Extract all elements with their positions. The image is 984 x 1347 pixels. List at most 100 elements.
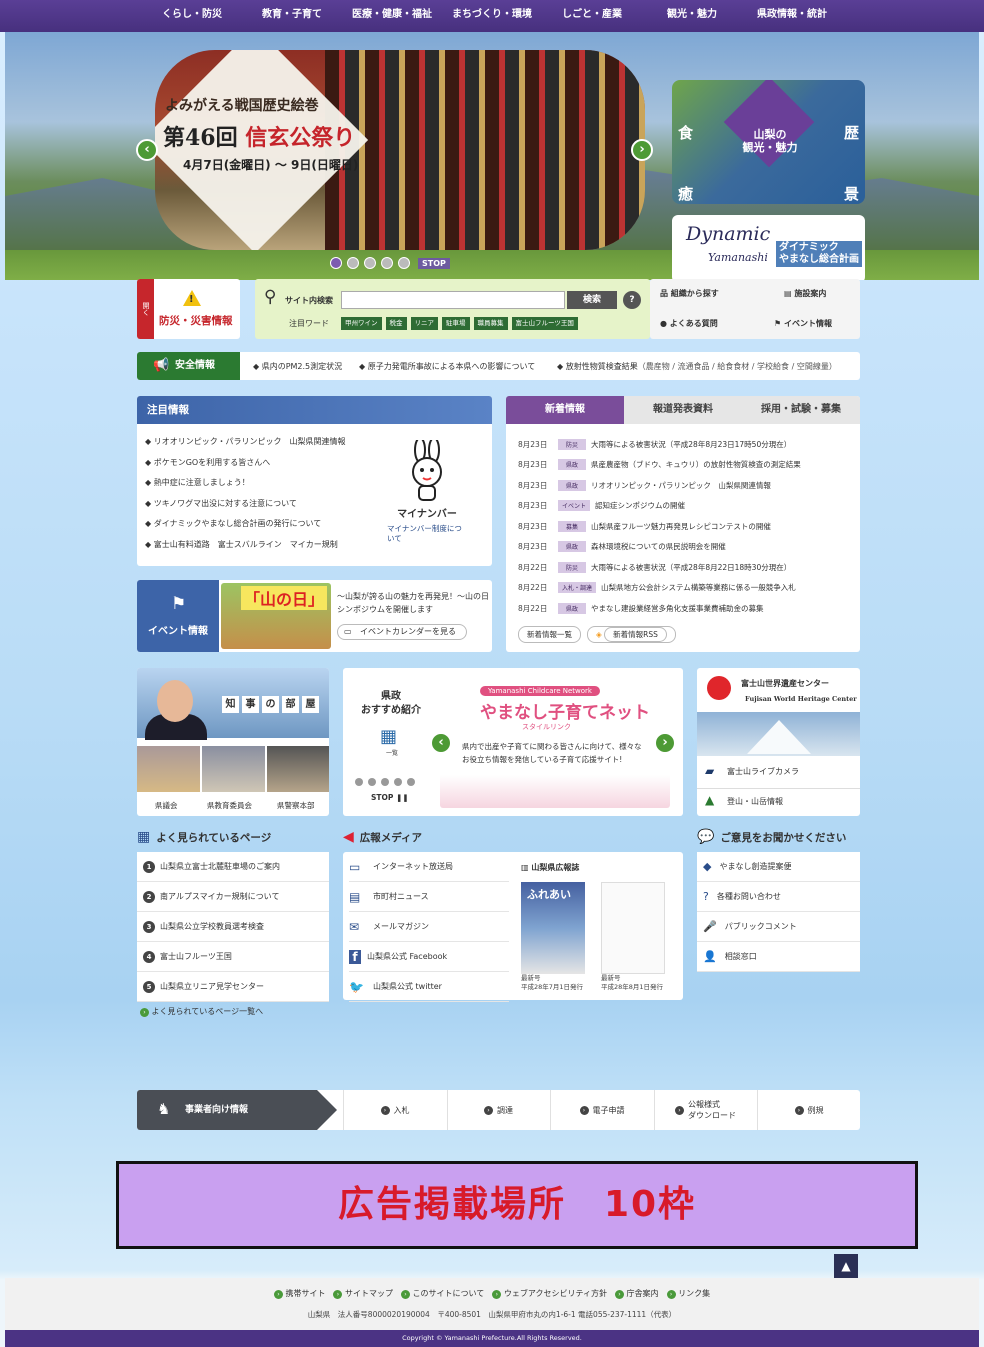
keyword-5[interactable]: 富士山フルーツ王国 bbox=[511, 317, 578, 330]
media-item-1[interactable]: ▤ 市町村ニュース bbox=[349, 882, 509, 912]
faq-link[interactable]: ● よくある質問 bbox=[660, 318, 718, 329]
popular-more-link[interactable]: › よく見られているページ一覧へ bbox=[140, 1006, 263, 1017]
keyword-4[interactable]: 職員募集 bbox=[473, 317, 508, 330]
carousel-next-button[interactable]: › bbox=[631, 139, 653, 161]
footer-link-5[interactable]: › リンク集 bbox=[666, 1288, 710, 1299]
event-banner-image[interactable]: 「山の日」 bbox=[221, 583, 331, 649]
facility-link[interactable]: ▤ 施設案内 bbox=[784, 288, 826, 299]
footer-link-0[interactable]: › 携帯サイト bbox=[273, 1288, 325, 1299]
media-item-3[interactable]: f 山梨県公式 Facebook bbox=[349, 942, 509, 972]
education-board-link[interactable]: 県教育委員会 bbox=[207, 800, 252, 811]
back-to-top-button[interactable]: ▲ bbox=[834, 1254, 858, 1278]
fuji-center-title[interactable]: 富士山世界遺産センター bbox=[741, 678, 829, 689]
grid-icon[interactable]: ▦ bbox=[380, 726, 397, 747]
search-input[interactable] bbox=[341, 291, 565, 309]
tab-1[interactable]: 報道発表資料 bbox=[624, 396, 742, 424]
fuji-climbing-link[interactable]: 登山・山岳情報 bbox=[727, 796, 783, 807]
carousel-dot-4[interactable] bbox=[398, 257, 410, 269]
business-link-3[interactable]: › 公報様式 ダウンロード bbox=[653, 1090, 757, 1130]
magazine-link[interactable]: ▥ 山梨県広報誌 bbox=[521, 862, 579, 873]
opinion-item-1[interactable]: ? 各種お問い合わせ bbox=[697, 882, 860, 912]
news-row[interactable]: 8月22日 入札・調達 山梨県地方公会計システム構築等業務に係る一般競争入札 bbox=[518, 578, 801, 599]
attention-item[interactable]: ◆ 富士山有料道路 富士スバルライン マイカー規制 bbox=[145, 539, 346, 560]
attention-item[interactable]: ◆ 熱中症に注意しましょう！ bbox=[145, 477, 346, 498]
tab-2[interactable]: 採用・試験・募集 bbox=[742, 396, 860, 424]
popular-item-2[interactable]: 2 南アルプスマイカー規制について bbox=[137, 882, 329, 912]
footer-link-3[interactable]: › ウェブアクセシビリティ方針 bbox=[492, 1288, 607, 1299]
magazine-cover-2[interactable] bbox=[601, 882, 665, 974]
magazine-cover-1[interactable]: ふれあい bbox=[521, 882, 585, 974]
business-link-0[interactable]: › 入札 bbox=[343, 1090, 446, 1130]
carousel-prev-button[interactable]: ‹ bbox=[136, 139, 158, 161]
disaster-open-tab[interactable]: 開く bbox=[137, 279, 154, 339]
media-item-2[interactable]: ✉ メールマガジン bbox=[349, 912, 509, 942]
org-search-link[interactable]: 品 組織から探す bbox=[660, 288, 719, 299]
recommend-dot-0[interactable] bbox=[355, 778, 363, 786]
popular-item-1[interactable]: 1 山梨県立富士北麓駐車場のご案内 bbox=[137, 852, 329, 882]
keyword-2[interactable]: リニア bbox=[410, 317, 438, 330]
attention-item[interactable]: ◆ リオオリンピック・パラリンピック 山梨県関連情報 bbox=[145, 436, 346, 457]
keyword-3[interactable]: 駐車場 bbox=[442, 317, 470, 330]
recommend-next-button[interactable]: › bbox=[654, 732, 676, 754]
keyword-1[interactable]: 税金 bbox=[385, 317, 407, 330]
event-description[interactable]: ～山梨が誇る山の魅力を再発見！～山の日シンポジウムを開催します bbox=[337, 590, 489, 616]
footer-link-4[interactable]: › 庁舎案内 bbox=[614, 1288, 659, 1299]
carousel-dot-0[interactable] bbox=[330, 257, 342, 269]
event-calendar-button[interactable]: ▭ イベントカレンダーを見る bbox=[337, 624, 467, 640]
news-list-button[interactable]: 新着情報一覧 bbox=[518, 626, 581, 643]
fuji-image[interactable] bbox=[697, 712, 860, 756]
nav-item-6[interactable]: 県政情報・統計 bbox=[742, 0, 842, 32]
news-row[interactable]: 8月22日 防災 大雨等による被害状況（平成28年8月22日18時30分現在） bbox=[518, 557, 801, 578]
event-info-link[interactable]: ⚑ イベント情報 bbox=[774, 318, 832, 329]
education-photo[interactable] bbox=[202, 746, 265, 792]
footer-link-1[interactable]: › サイトマップ bbox=[333, 1288, 393, 1299]
search-help-icon[interactable]: ? bbox=[623, 291, 641, 309]
attention-item[interactable]: ◆ ツキノワグマ出没に対する注意について bbox=[145, 498, 346, 519]
popular-item-5[interactable]: 5 山梨県立リニア見学センター bbox=[137, 972, 329, 1002]
recommend-list-label[interactable]: 一覧 bbox=[386, 748, 398, 757]
nav-item-1[interactable]: 教育・子育て bbox=[242, 0, 342, 32]
safety-item-nuclear[interactable]: ◆ 原子力発電所事故による本県への影響について bbox=[359, 361, 535, 372]
search-button[interactable]: 検索 bbox=[567, 291, 617, 309]
recommend-stop-button[interactable]: STOP ❚❚ bbox=[371, 793, 409, 802]
recommend-prev-button[interactable]: ‹ bbox=[430, 732, 452, 754]
news-row[interactable]: 8月23日 募集 山梨県産フルーツ魅力再発見レシピコンテストの開催 bbox=[518, 516, 801, 537]
mynumber-banner[interactable]: マイナンバー マイナンバー制度について bbox=[387, 437, 467, 543]
opinion-item-3[interactable]: 👤 相談窓口 bbox=[697, 942, 860, 972]
opinion-item-0[interactable]: ◆ やまなし創造提案便 bbox=[697, 852, 860, 882]
news-row[interactable]: 8月23日 イベント 認知症シンポジウムの開催 bbox=[518, 496, 801, 517]
business-link-2[interactable]: › 電子申請 bbox=[550, 1090, 653, 1130]
tourism-banner[interactable]: 山梨の 観光・魅力 食 歴 癒 景 bbox=[672, 80, 865, 204]
opinion-item-2[interactable]: 🎤 パブリックコメント bbox=[697, 912, 860, 942]
nav-item-4[interactable]: しごと・産業 bbox=[542, 0, 642, 32]
police-photo[interactable] bbox=[267, 746, 329, 792]
carousel-dot-2[interactable] bbox=[364, 257, 376, 269]
carousel-dot-3[interactable] bbox=[381, 257, 393, 269]
fuji-live-camera-link[interactable]: 富士山ライブカメラ bbox=[727, 766, 799, 777]
childcare-banner[interactable]: Yamanashi Childcare Network やまなし子育てネット ス… bbox=[440, 676, 670, 808]
safety-item-pm25[interactable]: ◆ 県内のPM2.5測定状況 bbox=[253, 361, 342, 372]
nav-item-0[interactable]: くらし・防災 bbox=[142, 0, 242, 32]
recommend-dot-3[interactable] bbox=[394, 778, 402, 786]
police-link[interactable]: 県警察本部 bbox=[277, 800, 315, 811]
hero-slide[interactable]: よみがえる戦国歴史絵巻 第46回 信玄公祭り 4月7日(金曜日) ～ 9日(日曜… bbox=[155, 50, 645, 250]
news-rss-button[interactable]: ◈ 新着情報RSS bbox=[587, 626, 676, 643]
recommend-dot-1[interactable] bbox=[368, 778, 376, 786]
carousel-stop-button[interactable]: STOP bbox=[418, 257, 450, 269]
tab-0[interactable]: 新着情報 bbox=[506, 396, 624, 424]
nav-item-3[interactable]: まちづくり・環境 bbox=[442, 0, 542, 32]
safety-item-radiation[interactable]: ◆ 放射性物質検査結果（農産物 / 流通食品 / 給食食材 / 学校給食 / 空… bbox=[557, 361, 837, 372]
disaster-info-panel[interactable]: 開く ! 防災・災害情報 bbox=[137, 279, 240, 339]
assembly-link[interactable]: 県議会 bbox=[155, 800, 178, 811]
attention-item[interactable]: ◆ ポケモンGOを利用する皆さんへ bbox=[145, 457, 346, 478]
news-row[interactable]: 8月23日 県政 リオオリンピック・パラリンピック 山梨県関連情報 bbox=[518, 475, 801, 496]
news-row[interactable]: 8月23日 県政 森林環境税についての県民説明会を開催 bbox=[518, 537, 801, 558]
popular-item-4[interactable]: 4 富士山フルーツ王国 bbox=[137, 942, 329, 972]
carousel-dot-1[interactable] bbox=[347, 257, 359, 269]
news-row[interactable]: 8月22日 県政 やまなし建設業経営多角化支援事業費補助金の募集 bbox=[518, 598, 801, 619]
business-link-4[interactable]: › 例規 bbox=[757, 1090, 860, 1130]
ad-placeholder[interactable]: 広告掲載場所 10枠 bbox=[116, 1161, 918, 1249]
nav-item-2[interactable]: 医療・健康・福祉 bbox=[342, 0, 442, 32]
popular-item-3[interactable]: 3 山梨県公立学校教員選考検査 bbox=[137, 912, 329, 942]
nav-item-5[interactable]: 観光・魅力 bbox=[642, 0, 742, 32]
